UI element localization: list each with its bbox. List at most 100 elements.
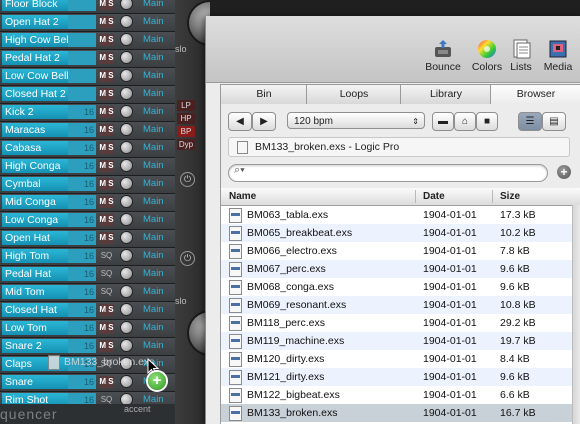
- output-label[interactable]: Main: [143, 321, 164, 335]
- track-row[interactable]: High Cow Bell M S Main: [0, 32, 175, 50]
- track-name[interactable]: High Tom: [2, 249, 69, 263]
- table-row[interactable]: BM121_dirty.exs 1904-01-01 9.6 kB: [221, 368, 580, 386]
- column-view-button[interactable]: ▤: [542, 112, 566, 131]
- col-size-header[interactable]: Size: [500, 188, 520, 205]
- bounce-button[interactable]: Bounce: [421, 38, 465, 73]
- track-row[interactable]: Low Tom 16 M S Main: [0, 320, 175, 338]
- output-label[interactable]: Main: [143, 303, 164, 317]
- track-row[interactable]: Closed Hat 16 M S Main: [0, 302, 175, 320]
- output-label[interactable]: Main: [143, 195, 164, 209]
- table-row[interactable]: BM122_bigbeat.exs 1904-01-01 6.6 kB: [221, 386, 580, 404]
- level-knob[interactable]: [121, 88, 132, 99]
- track-row[interactable]: Open Hat 16 M S Main: [0, 230, 175, 248]
- track-name[interactable]: High Cow Bell: [2, 33, 69, 47]
- track-row[interactable]: Kick 2 16 M S Main: [0, 104, 175, 122]
- output-label[interactable]: Main: [143, 15, 164, 29]
- table-row[interactable]: BM133_broken.exs 1904-01-01 16.7 kB: [221, 404, 580, 422]
- mute-solo-button[interactable]: M S: [99, 178, 114, 190]
- output-label[interactable]: Main: [143, 123, 164, 137]
- mute-solo-button[interactable]: SQ: [99, 250, 114, 262]
- table-row[interactable]: BM069_resonant.exs 1904-01-01 10.8 kB: [221, 296, 580, 314]
- output-label[interactable]: Main: [143, 141, 164, 155]
- track-name[interactable]: Low Cow Bell: [2, 69, 69, 83]
- level-knob[interactable]: [121, 214, 132, 225]
- mute-solo-button[interactable]: M S: [99, 214, 114, 226]
- mute-solo-button[interactable]: M S: [99, 34, 114, 46]
- track-name[interactable]: Closed Hat 2: [2, 87, 69, 101]
- mute-solo-button[interactable]: M S: [99, 0, 114, 10]
- tab-browser[interactable]: Browser: [490, 84, 580, 104]
- level-knob[interactable]: [121, 286, 132, 297]
- level-knob[interactable]: [121, 376, 132, 387]
- level-knob[interactable]: [121, 232, 132, 243]
- filter-lp[interactable]: LP: [177, 100, 195, 111]
- mute-solo-button[interactable]: M S: [99, 376, 114, 388]
- track-name[interactable]: Pedal Hat 2: [2, 51, 69, 65]
- level-knob[interactable]: [121, 0, 132, 9]
- project-button[interactable]: ■: [476, 112, 498, 131]
- output-label[interactable]: Main: [143, 339, 164, 353]
- output-label[interactable]: Main: [143, 33, 164, 47]
- output-label[interactable]: Main: [143, 231, 164, 245]
- mute-solo-button[interactable]: M S: [99, 160, 114, 172]
- home-button[interactable]: ⌂: [454, 112, 476, 131]
- mute-solo-button[interactable]: M S: [99, 322, 114, 334]
- level-knob[interactable]: [121, 34, 132, 45]
- level-knob[interactable]: [121, 304, 132, 315]
- mute-solo-button[interactable]: M S: [99, 304, 114, 316]
- output-label[interactable]: Main: [143, 51, 164, 65]
- track-name[interactable]: Cabasa: [2, 141, 69, 155]
- back-button[interactable]: ◀: [228, 112, 252, 131]
- track-row[interactable]: Mid Tom 16 SQ Main: [0, 284, 175, 302]
- mute-solo-button[interactable]: M S: [99, 232, 114, 244]
- track-row[interactable]: High Conga 16 M S Main: [0, 158, 175, 176]
- track-name[interactable]: Low Conga: [2, 213, 69, 227]
- level-knob[interactable]: [121, 268, 132, 279]
- level-knob[interactable]: [121, 196, 132, 207]
- mute-solo-button[interactable]: M S: [99, 340, 114, 352]
- track-row[interactable]: Pedal Hat 2 M S Main: [0, 50, 175, 68]
- power-icon[interactable]: ⏻: [180, 172, 195, 187]
- search-input[interactable]: ⌕▾: [228, 164, 548, 182]
- track-row[interactable]: Pedal Hat 16 SQ Main: [0, 266, 175, 284]
- track-name[interactable]: Closed Hat: [2, 303, 69, 317]
- table-row[interactable]: BM119_machine.exs 1904-01-01 19.7 kB: [221, 332, 580, 350]
- output-label[interactable]: Main: [143, 249, 164, 263]
- power-icon[interactable]: ⏻: [180, 251, 195, 266]
- mute-solo-button[interactable]: M S: [99, 196, 114, 208]
- track-name[interactable]: Open Hat 2: [2, 15, 69, 29]
- level-knob[interactable]: [121, 160, 132, 171]
- output-label[interactable]: Main: [143, 105, 164, 119]
- level-knob[interactable]: [121, 340, 132, 351]
- output-label[interactable]: Main: [143, 213, 164, 227]
- vertical-scrollbar[interactable]: [572, 205, 580, 424]
- output-label[interactable]: Main: [143, 87, 164, 101]
- level-knob[interactable]: [121, 106, 132, 117]
- mute-solo-button[interactable]: M S: [99, 124, 114, 136]
- table-row[interactable]: BM063_tabla.exs 1904-01-01 17.3 kB: [221, 206, 580, 224]
- track-name[interactable]: Snare: [2, 375, 69, 389]
- mute-solo-button[interactable]: M S: [99, 70, 114, 82]
- level-knob[interactable]: [121, 124, 132, 135]
- mute-solo-button[interactable]: M S: [99, 142, 114, 154]
- filter-bp[interactable]: BP: [177, 126, 195, 137]
- output-label[interactable]: Main: [143, 0, 164, 11]
- list-view-button[interactable]: ☰: [518, 112, 542, 131]
- table-row[interactable]: BM066_electro.exs 1904-01-01 7.8 kB: [221, 242, 580, 260]
- col-date-header[interactable]: Date: [423, 188, 445, 205]
- mute-solo-button[interactable]: M S: [99, 88, 114, 100]
- computer-button[interactable]: ▬: [432, 112, 454, 131]
- tab-loops[interactable]: Loops: [306, 84, 402, 104]
- track-name[interactable]: Floor Block: [2, 0, 69, 11]
- mute-solo-button[interactable]: M S: [99, 52, 114, 64]
- table-row[interactable]: BM118_perc.exs 1904-01-01 29.2 kB: [221, 314, 580, 332]
- output-label[interactable]: Main: [143, 159, 164, 173]
- track-row[interactable]: Low Conga 16 M S Main: [0, 212, 175, 230]
- mute-solo-button[interactable]: SQ: [99, 286, 114, 298]
- track-name[interactable]: Kick 2: [2, 105, 69, 119]
- level-knob[interactable]: [121, 322, 132, 333]
- level-knob[interactable]: [121, 250, 132, 261]
- filter-dyp[interactable]: Dyp: [177, 139, 195, 150]
- level-knob[interactable]: [121, 178, 132, 189]
- level-knob[interactable]: [121, 16, 132, 27]
